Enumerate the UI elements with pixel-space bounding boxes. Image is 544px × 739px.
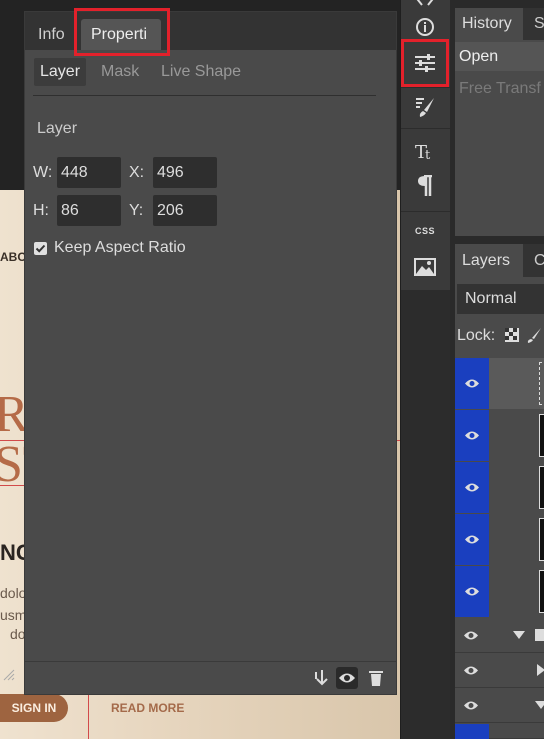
tab-channels[interactable]: C <box>534 244 544 277</box>
layer-thumbnail <box>539 570 544 613</box>
y-input[interactable]: 206 <box>153 195 217 226</box>
layer-thumbnail <box>489 566 544 617</box>
layer-thumbnail <box>539 466 544 509</box>
eye-icon[interactable] <box>336 667 358 689</box>
layer-thumbnail <box>489 410 544 461</box>
info-icon[interactable] <box>413 15 437 39</box>
lock-paint-icon[interactable] <box>526 327 542 348</box>
history-item[interactable]: Free Transf <box>459 80 541 98</box>
layer-thumbnail <box>489 514 544 565</box>
y-label: Y: <box>129 202 144 219</box>
layer-group-row[interactable] <box>455 654 544 688</box>
doc-body-text: dolo usm <box>0 582 26 626</box>
image-icon[interactable] <box>413 255 437 279</box>
tool-group: CSS <box>401 212 450 290</box>
eye-icon[interactable] <box>455 462 489 513</box>
character-icon[interactable]: Tt <box>413 139 437 163</box>
layer-selection-marker <box>455 724 489 739</box>
divider <box>33 95 376 96</box>
width-input[interactable]: 448 <box>57 157 121 188</box>
eye-icon[interactable] <box>455 410 489 461</box>
layer-thumbnail <box>539 414 544 457</box>
sign-in-button[interactable]: SIGN IN <box>0 694 68 722</box>
layer-row[interactable] <box>455 462 544 513</box>
chevron-down-icon[interactable] <box>535 701 544 709</box>
properties-footer <box>25 661 396 694</box>
subtab-live-shape[interactable]: Live Shape <box>155 58 247 86</box>
properties-panel: Info Properti Layer Mask Live Shape Laye… <box>25 12 396 694</box>
tab-swatches[interactable]: S <box>534 8 544 40</box>
layer-group-row[interactable] <box>455 689 544 723</box>
css-label: CSS <box>414 226 435 236</box>
checkbox-checked-icon[interactable] <box>34 241 47 255</box>
paragraph-icon[interactable] <box>413 174 437 198</box>
trash-icon[interactable] <box>365 667 387 689</box>
chevron-right-icon[interactable] <box>537 664 544 676</box>
layer-row[interactable] <box>455 724 544 739</box>
layer-thumbnail <box>539 362 544 405</box>
width-label: W: <box>33 164 53 181</box>
x-input[interactable]: 496 <box>153 157 217 188</box>
keep-aspect-label: Keep Aspect Ratio <box>54 239 186 256</box>
resize-grip-icon[interactable] <box>2 668 16 687</box>
read-more-link[interactable]: READ MORE <box>111 701 184 715</box>
tool-strip: Tt CSS <box>400 0 450 739</box>
folder-icon <box>535 629 544 641</box>
tab-history[interactable]: History <box>455 8 523 40</box>
svg-text:t: t <box>425 148 431 162</box>
lock-label: Lock: <box>457 327 496 344</box>
highlight-box <box>74 8 170 56</box>
layer-row[interactable] <box>455 410 544 461</box>
css-icon[interactable]: CSS <box>413 219 437 243</box>
subtab-mask[interactable]: Mask <box>95 58 145 86</box>
highlight-box <box>401 39 449 87</box>
history-item[interactable]: Open <box>455 42 544 71</box>
doc-body-line: usm <box>0 607 27 623</box>
section-title: Layer <box>37 120 78 137</box>
eye-icon[interactable] <box>463 698 479 716</box>
tool-group: Tt <box>401 129 450 211</box>
doc-body-line: do <box>10 626 26 642</box>
eye-icon[interactable] <box>463 663 479 681</box>
code-icon[interactable] <box>413 0 437 12</box>
eye-icon[interactable] <box>455 566 489 617</box>
lock-transparency-icon[interactable] <box>505 328 519 347</box>
tool-group <box>401 88 450 128</box>
blend-mode-select[interactable]: Normal <box>457 284 544 314</box>
tab-info[interactable]: Info <box>28 19 75 50</box>
brush-settings-icon[interactable] <box>413 95 437 119</box>
layer-group-row[interactable] <box>455 619 544 653</box>
tab-layers[interactable]: Layers <box>455 244 523 277</box>
layer-thumbnail <box>489 462 544 513</box>
height-input[interactable]: 86 <box>57 195 121 226</box>
eye-icon[interactable] <box>455 358 489 409</box>
height-label: H: <box>33 202 49 219</box>
layer-thumbnail <box>489 358 544 409</box>
eye-icon[interactable] <box>455 514 489 565</box>
chevron-down-icon[interactable] <box>513 631 525 639</box>
layer-thumbnail <box>539 518 544 561</box>
eye-icon[interactable] <box>463 628 479 646</box>
layer-row[interactable] <box>455 514 544 565</box>
doc-body-line: dolo <box>0 585 27 601</box>
layer-row[interactable] <box>455 566 544 617</box>
doc-text-abo: ABO <box>0 250 27 264</box>
x-label: X: <box>129 164 145 181</box>
layer-row[interactable] <box>455 358 544 409</box>
keep-aspect-ratio[interactable]: Keep Aspect Ratio <box>34 239 186 257</box>
clip-to-below-icon[interactable] <box>310 667 332 689</box>
subtab-layer[interactable]: Layer <box>34 58 87 86</box>
